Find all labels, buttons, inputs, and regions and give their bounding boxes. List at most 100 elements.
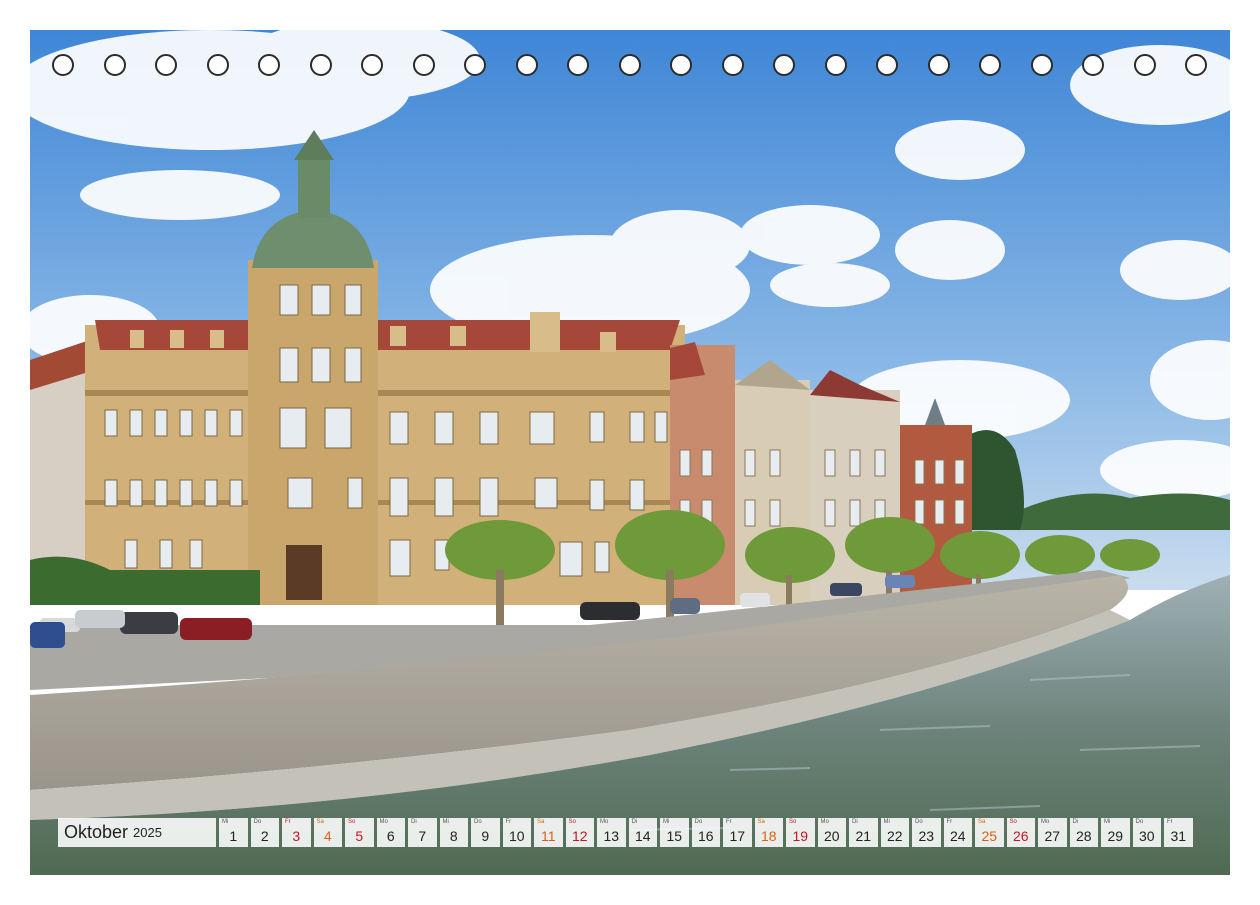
day-cell: Do 16 [691, 818, 720, 847]
day-number: 7 [418, 828, 427, 844]
weekday-label: Mo [820, 819, 829, 825]
weekday-label: Do [1135, 819, 1144, 825]
day-cell: So 19 [786, 818, 815, 847]
month-year: 2025 [133, 825, 162, 840]
day-number: 18 [760, 828, 777, 844]
binding-hole [773, 54, 795, 76]
day-cell: Do 30 [1132, 818, 1161, 847]
binding-hole [721, 54, 744, 76]
binding-hole [515, 54, 538, 76]
day-cell: So 26 [1006, 818, 1035, 847]
day-number: 24 [949, 828, 966, 844]
binding-hole [1133, 54, 1156, 76]
binding-hole [618, 54, 641, 76]
calendar-strip: Oktober 2025 Mi 1 Do 2 Fr 3 Sa 4 So 5 Mo 6 Di 7 Mi 8 Do 9… [58, 818, 1193, 847]
weekday-label: Di [631, 819, 638, 825]
weekday-label: Fr [946, 819, 953, 825]
day-number: 5 [355, 828, 364, 844]
binding-hole [1185, 54, 1207, 76]
day-number: 12 [571, 828, 588, 844]
weekday-label: Mi [442, 819, 449, 825]
day-number: 27 [1044, 828, 1061, 844]
calendar-photo [30, 30, 1230, 875]
day-number: 4 [323, 828, 332, 844]
day-cell: Fr 24 [943, 818, 972, 847]
day-cell: Sa 11 [534, 818, 563, 847]
day-cell: So 5 [345, 818, 374, 847]
day-number: 2 [260, 828, 269, 844]
binding-hole [103, 54, 126, 76]
weekday-label: Di [411, 819, 417, 825]
weekday-label: Fr [505, 819, 512, 825]
weekday-label: Di [1072, 819, 1079, 825]
day-number: 13 [603, 828, 620, 844]
day-number: 25 [981, 828, 998, 844]
binding-hole [876, 54, 898, 76]
day-cell: Fr 17 [723, 818, 752, 847]
day-cell: Sa 25 [975, 818, 1004, 847]
day-cell: Mi 15 [660, 818, 689, 847]
weekday-label: Mi [222, 819, 229, 825]
day-number: 15 [666, 828, 683, 844]
day-cell: Di 7 [408, 818, 437, 847]
day-cell: So 12 [565, 818, 594, 847]
binding-hole [567, 54, 589, 76]
day-number: 16 [697, 828, 714, 844]
weekday-label: Di [852, 819, 858, 825]
weekday-label: Do [253, 819, 262, 825]
day-number: 10 [508, 828, 525, 844]
weekday-label: So [789, 819, 797, 825]
day-number: 19 [792, 828, 809, 844]
binding-hole [1030, 54, 1053, 76]
day-number: 3 [292, 828, 301, 844]
day-number: 22 [886, 828, 903, 844]
day-number: 29 [1107, 828, 1124, 844]
weekday-label: Mo [379, 819, 388, 825]
month-label: Oktober 2025 [58, 818, 216, 847]
day-number: 28 [1075, 828, 1092, 844]
weekday-label: Sa [316, 819, 324, 825]
binding-hole [464, 54, 486, 76]
binding-hole [206, 54, 229, 76]
spiral-binding-holes [30, 54, 1230, 80]
day-cell: Do 2 [250, 818, 279, 847]
day-number: 6 [386, 828, 395, 844]
binding-hole [412, 54, 435, 76]
day-cell: Fr 31 [1164, 818, 1193, 847]
weekday-label: Mi [1104, 819, 1111, 825]
day-cell: Di 14 [628, 818, 657, 847]
weekday-label: Mo [600, 819, 609, 825]
day-number: 21 [855, 828, 872, 844]
day-number: 17 [729, 828, 746, 844]
day-number: 11 [540, 828, 556, 844]
day-cell: Mo 13 [597, 818, 626, 847]
weekday-label: Fr [285, 819, 291, 825]
weekday-label: Sa [537, 819, 545, 825]
day-cell: Mi 1 [219, 818, 248, 847]
day-cell: Sa 4 [313, 818, 342, 847]
weekday-label: Mi [883, 819, 890, 825]
binding-hole [258, 54, 280, 76]
day-cell: Di 28 [1069, 818, 1098, 847]
binding-hole [309, 54, 332, 76]
weekday-label: So [1009, 819, 1017, 825]
day-cell: Mo 20 [817, 818, 846, 847]
weekday-label: Fr [726, 819, 732, 825]
day-number: 20 [823, 828, 840, 844]
day-cell: Fr 3 [282, 818, 311, 847]
day-number: 8 [449, 828, 458, 844]
day-cell: Do 9 [471, 818, 500, 847]
weekday-label: Sa [978, 819, 986, 825]
weekday-label: Mi [663, 819, 670, 825]
weekday-label: Fr [1167, 819, 1173, 825]
day-number: 1 [229, 828, 238, 844]
day-cell: Mo 27 [1038, 818, 1067, 847]
weekday-label: Sa [757, 819, 765, 825]
weekday-label: So [348, 819, 356, 825]
binding-hole [1082, 54, 1104, 76]
weekday-label: Mo [1041, 819, 1050, 825]
day-cell: Di 21 [849, 818, 878, 847]
day-cell: Mo 6 [376, 818, 405, 847]
binding-hole [670, 54, 692, 76]
binding-hole [155, 54, 177, 76]
